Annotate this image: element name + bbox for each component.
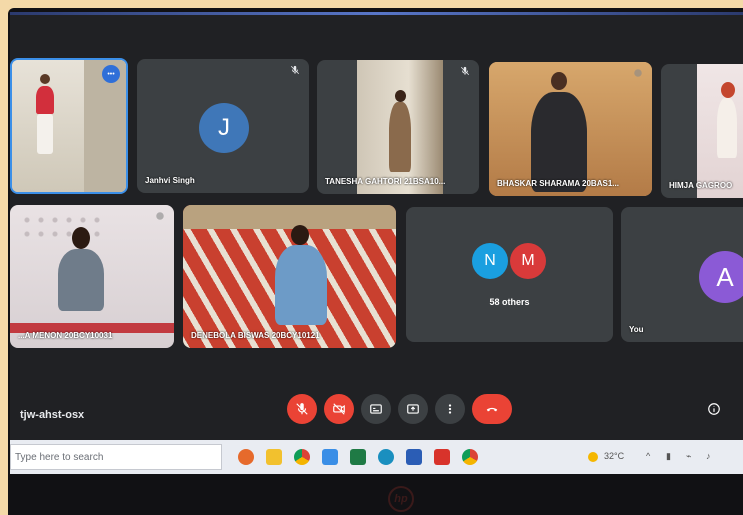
person-body: [58, 249, 104, 311]
acrobat-icon[interactable]: [434, 449, 450, 465]
search-placeholder: Type here to search: [15, 451, 104, 463]
more-vert-icon: [448, 404, 452, 414]
person-legs: [37, 114, 53, 154]
person-body: [717, 98, 737, 158]
participant-tile-denebola[interactable]: DENEBOLA BISWAS 20BCY10121: [183, 205, 396, 348]
taskbar-search-box[interactable]: Type here to search: [10, 444, 222, 470]
volume-icon[interactable]: ♪: [706, 451, 711, 461]
network-icon[interactable]: ⌁: [686, 451, 691, 462]
participant-name: BHASKAR SHARAMA 20BAS1...: [497, 179, 619, 188]
participant-name: Janhvi Singh: [145, 176, 195, 185]
person-head: [551, 72, 567, 90]
mic-off-icon: [459, 66, 471, 78]
chrome-icon[interactable]: [294, 449, 310, 465]
cortana-icon[interactable]: [238, 449, 254, 465]
participant-name: HIMJA GAGROO: [669, 181, 733, 190]
wall-strip: [183, 205, 396, 229]
avatar-a: A: [699, 251, 743, 303]
person-head: [72, 227, 90, 249]
mic-icon: [632, 68, 644, 80]
captions-button[interactable]: [361, 394, 391, 424]
excel-icon[interactable]: [350, 449, 366, 465]
participant-name: DENEBOLA BISWAS 20BCY10121: [191, 331, 320, 340]
more-options-button[interactable]: •••: [102, 65, 120, 83]
mic-off-icon: [289, 65, 301, 77]
weather-sun-icon: [588, 452, 598, 462]
meeting-code: tjw-ahst-osx: [20, 409, 85, 421]
more-options-icon: •••: [107, 70, 115, 78]
participant-name: You: [629, 325, 644, 334]
task-view-icon[interactable]: [322, 449, 338, 465]
person-body: [36, 86, 54, 114]
chrome-icon-2[interactable]: [462, 449, 478, 465]
participant-tile-self[interactable]: A You: [621, 207, 743, 342]
captions-icon: [370, 404, 382, 414]
person-body: [275, 245, 327, 325]
participant-tile-bhaskar[interactable]: BHASKAR SHARAMA 20BAS1...: [489, 62, 652, 196]
end-call-button[interactable]: [472, 394, 512, 424]
participant-tile-active[interactable]: •••: [10, 58, 128, 194]
present-icon: [407, 404, 419, 414]
more-options-button[interactable]: [435, 394, 465, 424]
weather-temperature: 32°C: [604, 451, 625, 461]
word-icon[interactable]: [406, 449, 422, 465]
mic-off-icon: [296, 403, 308, 415]
tray-chevron-up-icon[interactable]: ^: [646, 451, 650, 461]
present-button[interactable]: [398, 394, 428, 424]
camera-off-icon: [333, 403, 345, 415]
participant-name: ...A MENON 20BCY10031: [18, 331, 113, 340]
participant-tile-menon[interactable]: ...A MENON 20BCY10031: [10, 205, 174, 348]
windows-taskbar: Type here to search 32°C ^ ▮ ⌁ ♪: [10, 440, 743, 474]
mic-toggle-button[interactable]: [287, 394, 317, 424]
person-head: [395, 90, 406, 102]
top-accent-line: [10, 12, 743, 15]
meeting-info-button[interactable]: [704, 399, 724, 419]
info-icon: [708, 403, 720, 415]
avatar-j: J: [199, 103, 249, 153]
person-body: [389, 102, 411, 172]
person-head: [40, 74, 50, 84]
person-head: [721, 82, 735, 98]
edge-icon[interactable]: [378, 449, 394, 465]
hp-logo: hp: [388, 486, 414, 512]
end-call-icon: [486, 407, 498, 412]
avatar-n: N: [472, 243, 508, 279]
camera-toggle-button[interactable]: [324, 394, 354, 424]
person-body: [531, 92, 587, 192]
avatar-m: M: [510, 243, 546, 279]
battery-icon[interactable]: ▮: [666, 451, 671, 462]
participant-tile-himja[interactable]: HIMJA GAGROO: [661, 64, 743, 198]
person-head: [291, 225, 309, 245]
meet-screen: ••• J Janhvi Singh TANESHA GAHTORI 21BSA…: [10, 12, 743, 474]
participant-tile-janhvi[interactable]: J Janhvi Singh: [137, 59, 309, 193]
participant-tile-tanesha[interactable]: TANESHA GAHTORI 21BSA10...: [317, 60, 479, 194]
others-count: 58 others: [489, 297, 530, 307]
file-explorer-icon[interactable]: [266, 449, 282, 465]
participant-tile-others[interactable]: N M 58 others: [406, 207, 613, 342]
mic-icon: [154, 211, 166, 223]
participant-name: TANESHA GAHTORI 21BSA10...: [325, 177, 446, 186]
